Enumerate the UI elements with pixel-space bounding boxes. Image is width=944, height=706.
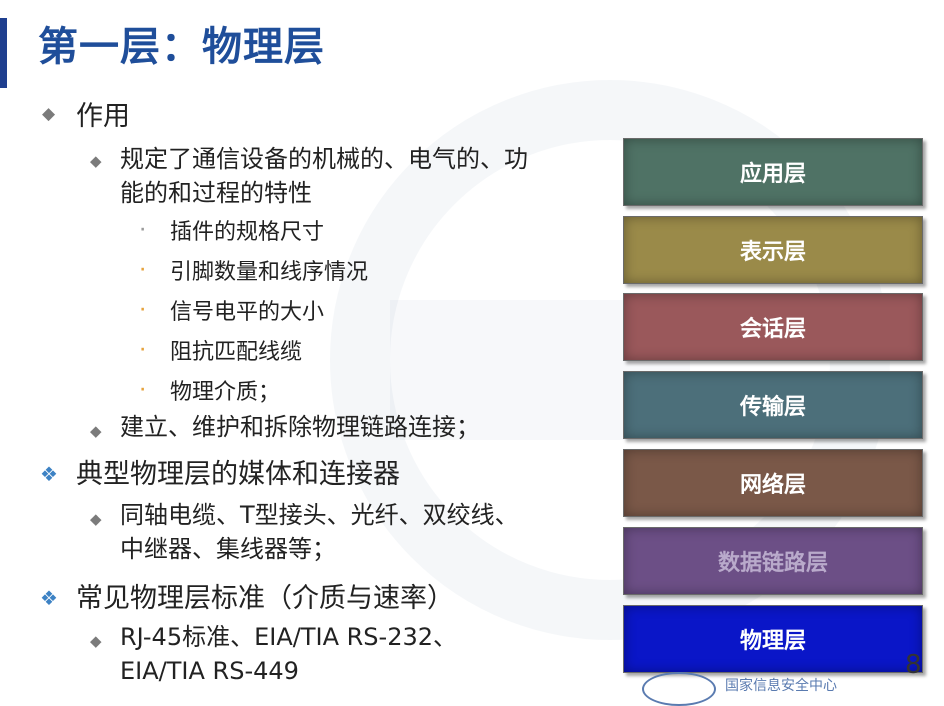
sub-item: 插件的规格尺寸: [170, 220, 325, 245]
osi-layer-network: 网络层: [623, 449, 923, 517]
osi-layer-label: 会话层: [739, 317, 806, 342]
osi-layer-label: 网络层: [739, 473, 806, 498]
sub-item: 引脚数量和线序情况: [170, 260, 369, 285]
dot-bullet-icon: ·: [140, 262, 146, 278]
diamond-bullet-icon: ◆: [90, 632, 102, 650]
dot-bullet-icon: ·: [140, 342, 146, 358]
page-number: 8: [905, 650, 922, 680]
osi-layer-presentation: 表示层: [623, 216, 923, 284]
sub-item: 信号电平的大小: [170, 300, 325, 325]
diamond-bullet-icon: ◆: [90, 510, 102, 528]
diamond-bullet-icon: ◆: [90, 422, 102, 440]
bullet-list: ◆ 作用 ◆ 规定了通信设备的机械的、电气的、功 能的和过程的特性 · 插件的规…: [0, 0, 600, 686]
diamond-bullet-icon: ◆: [42, 104, 56, 124]
bullet-standards-line2: EIA/TIA RS-449: [120, 657, 299, 685]
footer-text: 国家信息安全中心: [725, 678, 837, 694]
bullet-media-line2: 中继器、集线器等；: [120, 535, 336, 563]
bullet-standards-desc: RJ-45标准、EIA/TIA RS-232、 EIA/TIA RS-449: [120, 620, 457, 688]
osi-layer-label: 应用层: [739, 162, 806, 187]
dot-bullet-icon: ·: [140, 382, 146, 398]
bullet-role: 作用: [76, 101, 130, 132]
sub-item: 物理介质；: [170, 380, 281, 405]
osi-layer-session: 会话层: [623, 293, 923, 361]
osi-layer-label: 数据链路层: [717, 551, 828, 576]
bullet-link: 建立、维护和拆除物理链路连接；: [120, 413, 480, 441]
blue-diamond-bullet-icon: ❖: [40, 462, 58, 486]
dot-bullet-icon: ·: [140, 222, 146, 238]
osi-layer-data-link: 数据链路层: [623, 527, 923, 595]
diamond-bullet-icon: ◆: [90, 152, 102, 170]
bullet-media-desc: 同轴电缆、T型接头、光纤、双绞线、 中继器、集线器等；: [120, 498, 519, 566]
dot-bullet-icon: ·: [140, 302, 146, 318]
bullet-role-desc-line1: 规定了通信设备的机械的、电气的、功: [120, 145, 528, 173]
osi-layer-label: 传输层: [739, 395, 806, 420]
sub-item: 阻抗匹配线缆: [170, 340, 303, 365]
osi-layer-physical: 物理层: [623, 605, 923, 673]
bullet-media-title: 典型物理层的媒体和连接器: [76, 459, 400, 490]
bullet-standards-line1: RJ-45标准、EIA/TIA RS-232、: [120, 623, 458, 651]
footer-logo-icon: [642, 672, 716, 706]
bullet-role-desc: 规定了通信设备的机械的、电气的、功 能的和过程的特性: [120, 142, 528, 210]
bullet-role-desc-line2: 能的和过程的特性: [120, 179, 312, 207]
osi-layer-label: 物理层: [739, 629, 806, 654]
blue-diamond-bullet-icon: ❖: [40, 586, 58, 610]
osi-layer-transport: 传输层: [623, 371, 923, 439]
bullet-media-line1: 同轴电缆、T型接头、光纤、双绞线、: [120, 501, 519, 529]
osi-layer-label: 表示层: [739, 240, 806, 265]
bullet-standards-title: 常见物理层标准（介质与速率）: [76, 583, 454, 614]
osi-layer-application: 应用层: [623, 138, 923, 206]
